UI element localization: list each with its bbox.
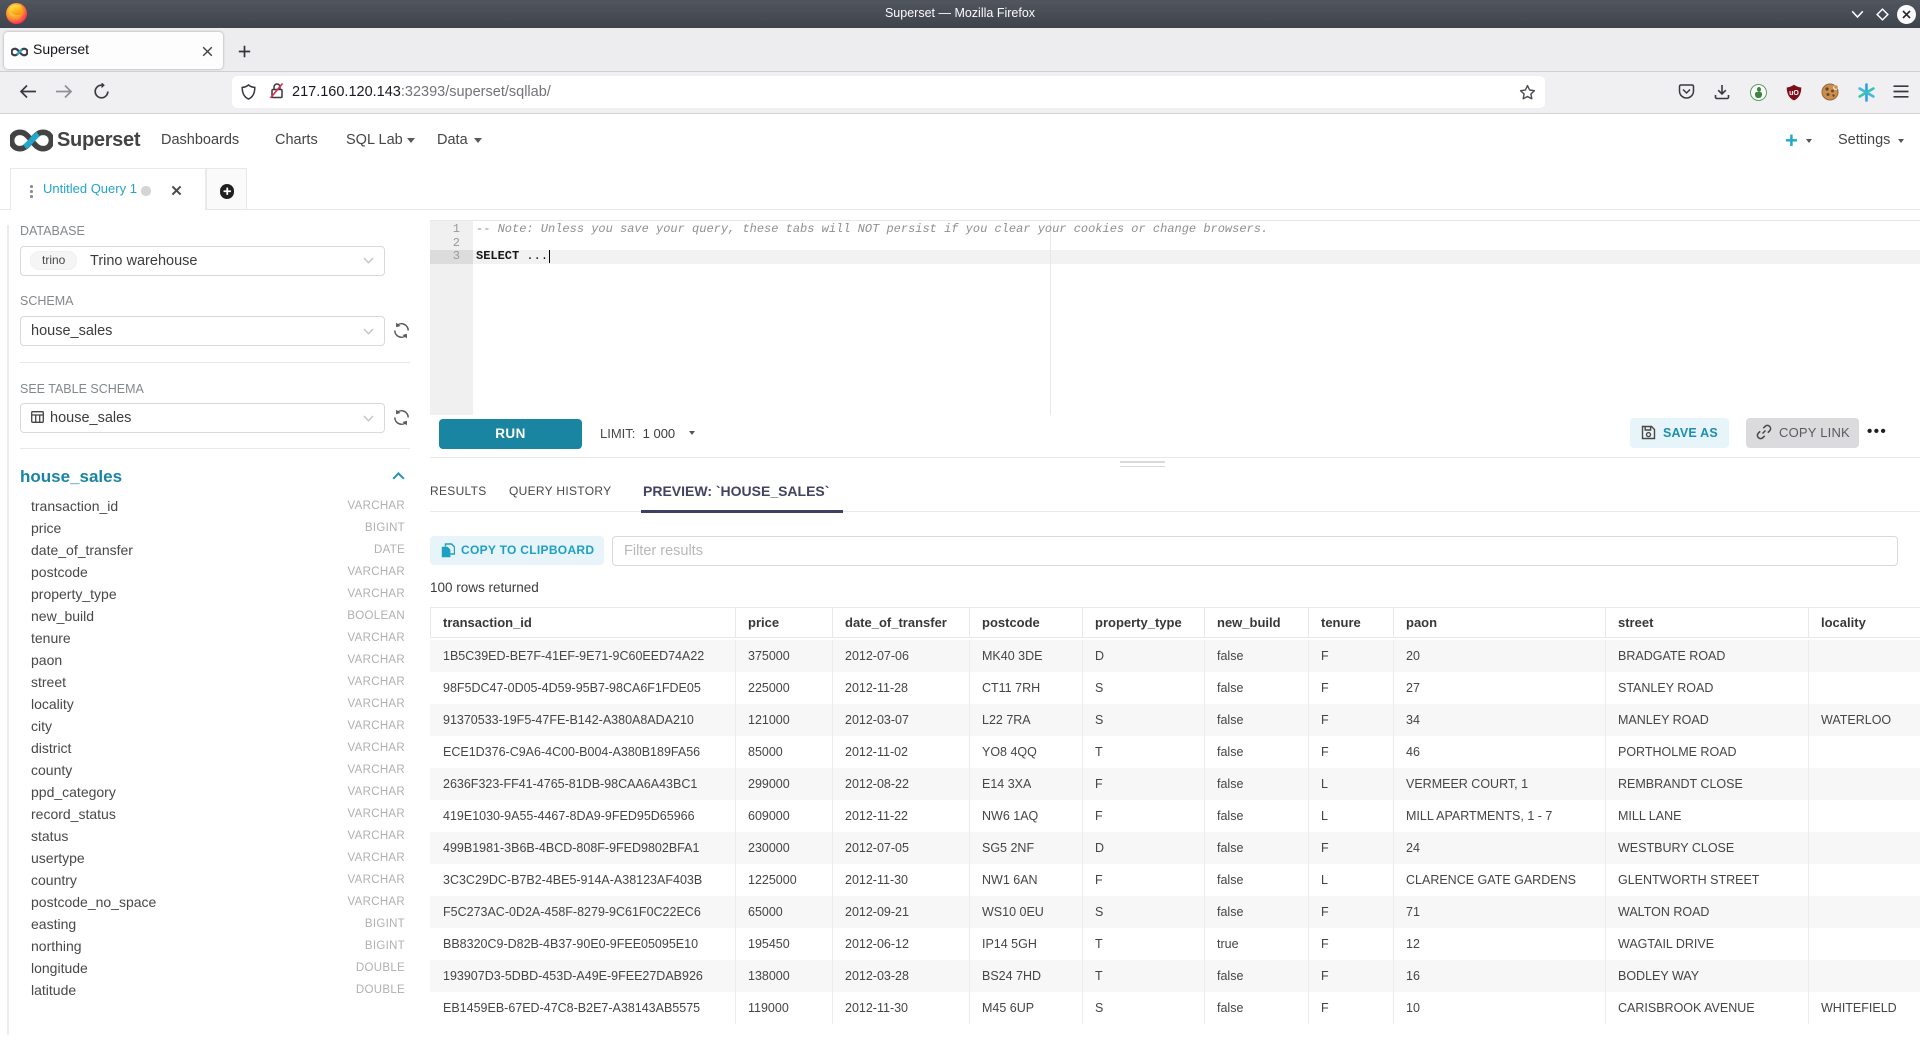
svg-text:uO: uO	[1789, 90, 1799, 97]
